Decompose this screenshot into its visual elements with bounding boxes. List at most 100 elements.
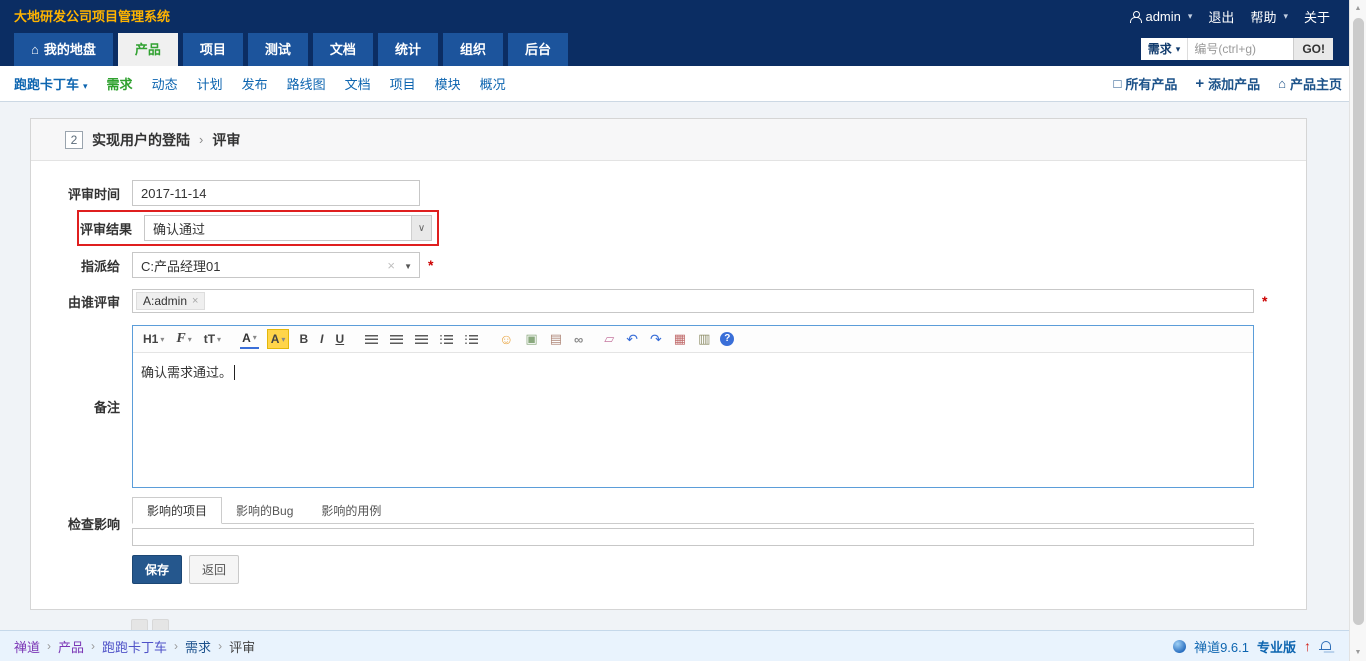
remove-format-icon[interactable]: ▱ [602,329,616,349]
user-menu[interactable]: admin [1129,9,1192,24]
all-products-link[interactable]: 所有产品 [1113,74,1177,93]
align-left-icon[interactable] [363,329,380,349]
remove-tag-icon[interactable]: × [192,295,198,307]
tab-impact-bugs[interactable]: 影响的Bug [222,498,307,523]
edition-link[interactable]: 专业版 [1257,637,1296,656]
breadcrumb-zentao[interactable]: 禅道 [14,637,40,656]
review-result-label: 评审结果 [79,221,132,237]
italic-icon[interactable]: I [318,329,325,349]
breadcrumb: 禅道 › 产品 › 跑跑卡丁车 › 需求 › 评审 [14,631,255,661]
comment-label: 备注 [93,400,120,415]
impact-input[interactable] [132,528,1254,546]
align-right-icon[interactable] [413,329,430,349]
tab-impact-projects[interactable]: 影响的项目 [132,497,223,524]
assigned-to-row: 指派给 C:产品经理01 × * [31,252,1306,278]
align-center-icon[interactable] [388,329,405,349]
subnav-item-doc[interactable]: 文档 [345,74,371,93]
review-form-card: 2 实现用户的登陆 › 评审 评审时间 评审结果 确认通过 指派给 C:产品经理… [30,118,1307,610]
tab-org[interactable]: 组织 [442,33,503,66]
search-category-dropdown[interactable]: 需求 [1140,38,1188,60]
reviewer-tag: A:admin × [136,292,206,310]
unordered-list-icon[interactable] [463,329,480,349]
scroll-up-arrow[interactable]: ▲ [1350,0,1366,17]
tab-admin[interactable]: 后台 [507,33,568,66]
tab-project[interactable]: 项目 [182,33,243,66]
font-family-icon[interactable]: F [174,329,193,349]
required-asterisk: * [1262,293,1268,309]
tab-product[interactable]: 产品 [117,33,178,66]
subnav-item-roadmap[interactable]: 路线图 [287,74,326,93]
tab-doc[interactable]: 文档 [312,33,373,66]
about-icon[interactable]: ? [720,332,735,346]
header-separator: › [199,132,204,147]
breadcrumb-product[interactable]: 产品 [58,637,84,656]
editor-content[interactable]: 确认需求通过。 [133,353,1253,390]
source-icon[interactable]: ▥ [696,329,712,349]
text-color-icon[interactable]: A [240,329,259,349]
tab-my-dashboard[interactable]: 我的地盘 [14,33,113,66]
user-icon [1129,10,1143,23]
home-icon [1278,76,1286,91]
ordered-list-icon[interactable] [438,329,455,349]
impact-block: 影响的项目 影响的Bug 影响的用例 [132,497,1254,546]
bold-icon[interactable]: B [297,329,310,349]
clear-icon[interactable]: × [387,258,395,273]
subnav-item-plan[interactable]: 计划 [197,74,223,93]
bars-glyph [365,334,379,344]
subnav-item-module[interactable]: 模块 [435,74,461,93]
vertical-scrollbar[interactable]: ▲ ▼ [1349,0,1366,661]
breadcrumb-product-name[interactable]: 跑跑卡丁车 [102,637,167,656]
about-link[interactable]: 关于 [1304,7,1330,26]
tab-test[interactable]: 测试 [247,33,308,66]
subnav-right: 所有产品 添加产品 产品主页 [1113,66,1342,101]
bars-glyph [415,334,429,344]
scrollbar-thumb[interactable] [1352,18,1364,625]
review-result-select[interactable]: 确认通过 [144,215,432,241]
assigned-to-combobox[interactable]: C:产品经理01 × [132,252,420,278]
back-button[interactable]: 返回 [189,555,240,584]
help-menu[interactable]: 帮助 [1250,7,1288,26]
global-search: 需求 GO! [1139,37,1334,61]
upgrade-arrow-icon[interactable]: ↑ [1304,638,1311,654]
subnav-item-overview[interactable]: 概况 [480,74,506,93]
review-date-label: 评审时间 [67,186,120,202]
caret-down-icon [404,262,412,271]
subnav-item-dynamic[interactable]: 动态 [152,74,178,93]
chevron-down-icon [411,216,431,240]
emoticon-icon[interactable]: ☺ [497,329,515,349]
home-icon [31,33,39,66]
breadcrumb-story[interactable]: 需求 [185,637,211,656]
add-product-link[interactable]: 添加产品 [1195,74,1260,93]
save-button[interactable]: 保存 [132,555,183,584]
table-icon[interactable]: ▦ [672,329,688,349]
review-date-input[interactable] [132,180,420,206]
comment-row: 备注 H1 F tT A A B I U ☺ ▣ ▤ ∞ ▱ [31,325,1306,488]
tab-report[interactable]: 统计 [377,33,438,66]
search-go-button[interactable]: GO! [1293,38,1333,60]
media-icon[interactable]: ▤ [548,329,564,349]
image-icon[interactable]: ▣ [523,329,539,349]
version-link[interactable]: 禅道9.6.1 [1194,637,1249,656]
highlight-color-icon[interactable]: A [266,329,290,349]
subnav-item-release[interactable]: 发布 [242,74,268,93]
reviewed-by-row: 由谁评审 A:admin × * [31,289,1306,313]
undo-icon[interactable]: ↶ [624,329,640,349]
scroll-down-arrow[interactable]: ▼ [1350,644,1366,661]
tab-impact-cases[interactable]: 影响的用例 [307,498,395,523]
underline-icon[interactable]: U [333,329,346,349]
heading-icon[interactable]: H1 [141,329,166,349]
product-home-link[interactable]: 产品主页 [1278,74,1342,93]
subnav-item-story[interactable]: 需求 [107,74,133,93]
font-size-icon[interactable]: tT [202,329,223,349]
impact-label: 检查影响 [67,517,120,532]
comment-text: 确认需求通过。 [141,365,233,380]
product-switcher[interactable]: 跑跑卡丁车 [14,74,88,93]
bell-icon[interactable] [1319,640,1331,653]
review-result-value: 确认通过 [153,221,206,237]
search-input[interactable] [1187,38,1294,60]
redo-icon[interactable]: ↷ [648,329,664,349]
subnav-item-project[interactable]: 项目 [390,74,416,93]
link-icon[interactable]: ∞ [572,329,585,349]
logout-link[interactable]: 退出 [1208,7,1234,26]
reviewed-by-multiselect[interactable]: A:admin × [132,289,1254,313]
